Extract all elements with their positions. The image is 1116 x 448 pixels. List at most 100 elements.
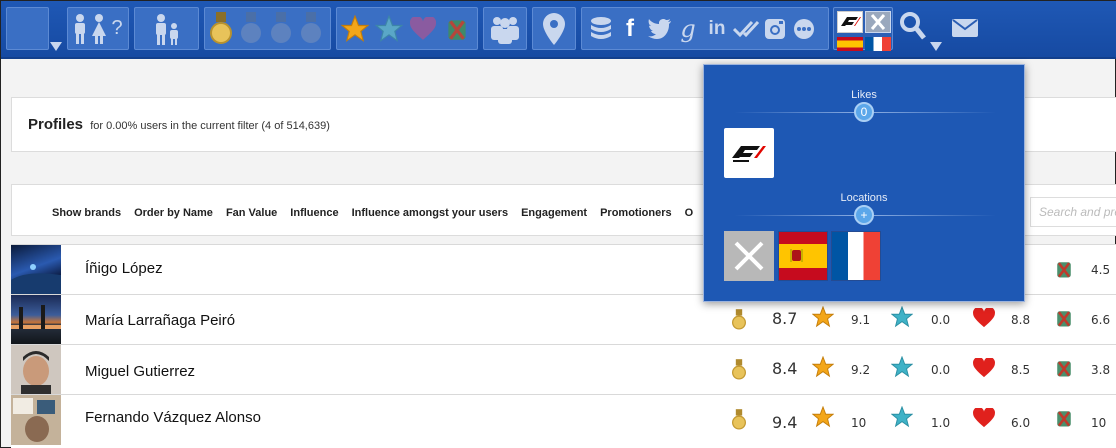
f1-logo-icon[interactable] (837, 11, 863, 33)
medal-value: 9.4 (772, 413, 798, 432)
profiles-subtitle: for 0.00% users in the current filter (4… (90, 120, 330, 132)
france-flag-icon[interactable] (865, 37, 891, 51)
gender-filter-group: ? (67, 7, 129, 50)
ball-value: 4.5 (1091, 263, 1111, 277)
heart-value: 8.8 (1011, 313, 1031, 327)
star-icon (811, 305, 835, 333)
medal-icon[interactable] (299, 11, 323, 47)
locations-add-badge[interactable]: + (854, 205, 874, 225)
brand-filter-popup: Likes 0 Locations + (703, 64, 1025, 302)
instagram-icon[interactable] (761, 11, 789, 47)
avatar (11, 295, 61, 345)
teal-star-icon (890, 405, 914, 433)
profile-name[interactable]: Miguel Gutierrez (85, 363, 195, 380)
search-button[interactable] (899, 11, 929, 41)
star-value: 9.1 (851, 313, 871, 327)
family-icon (147, 11, 187, 47)
profiles-title: Profiles (28, 116, 84, 133)
heart-icon (973, 407, 995, 433)
menu-promotioners[interactable]: Promotioners (600, 207, 672, 219)
profiles-heading: Profiles for 0.00% users in the current … (28, 116, 330, 133)
rating-filter-group (336, 7, 478, 50)
heart-value: 6.0 (1011, 416, 1031, 430)
gold-medal-icon (732, 309, 746, 336)
ball-value: 6.6 (1091, 313, 1111, 327)
linkedin-icon[interactable]: in (703, 11, 731, 47)
star-icon (811, 355, 835, 383)
profile-name[interactable]: Íñigo López (85, 260, 163, 277)
check-icon[interactable] (732, 11, 760, 47)
database-icon[interactable] (587, 11, 615, 47)
menu-order-by-name[interactable]: Order by Name (134, 207, 213, 219)
avatar (11, 395, 61, 445)
heart-icon[interactable] (409, 11, 437, 47)
close-icon (734, 241, 764, 271)
gold-medal-icon[interactable] (209, 11, 233, 47)
mail-button[interactable] (952, 19, 978, 39)
spain-flag-icon (790, 249, 803, 262)
heart-icon (973, 307, 995, 333)
spain-flag-icon[interactable] (837, 37, 863, 51)
star-value: 10 (851, 416, 867, 430)
profile-name[interactable]: María Larrañaga Peiró (85, 312, 235, 329)
profile-name[interactable]: Fernando Vázquez Alonso (85, 409, 261, 426)
teal-value: 0.0 (931, 363, 951, 377)
likes-label: Likes (851, 89, 877, 101)
menu-fan-value[interactable]: Fan Value (226, 207, 277, 219)
f1-logo-icon (732, 146, 766, 162)
menu-engagement[interactable]: Engagement (521, 207, 587, 219)
account-menu-button[interactable] (6, 7, 49, 50)
menu-influence[interactable]: Influence (290, 207, 338, 219)
menu-show-brands[interactable]: Show brands (52, 207, 121, 219)
top-toolbar: ? f g in (1, 1, 1116, 59)
search-icon (900, 12, 926, 40)
ball-value: 3.8 (1091, 363, 1111, 377)
star-outline-icon[interactable] (375, 11, 403, 47)
male-icon[interactable] (71, 11, 88, 47)
brand-filter-group[interactable] (833, 7, 893, 51)
account-dropdown-arrow[interactable] (50, 42, 62, 51)
ball-icon (1053, 258, 1075, 285)
medal-value: 8.7 (772, 309, 798, 328)
ball-icon (1053, 407, 1075, 434)
search-input[interactable]: Search and pre (1030, 197, 1116, 227)
avatar (11, 245, 61, 295)
table-row[interactable]: Fernando Vázquez Alonso 9.4 10 1.0 6.0 1… (11, 394, 1116, 448)
silver-medal-icon[interactable] (239, 11, 263, 47)
clear-location-tile[interactable] (724, 231, 774, 281)
search-dropdown-arrow[interactable] (930, 42, 942, 51)
google-icon[interactable]: g (674, 11, 702, 47)
ball-value: 10 (1091, 416, 1107, 430)
medal-value: 8.4 (772, 359, 798, 378)
twitter-icon[interactable] (645, 11, 673, 47)
f1-logo-tile[interactable] (724, 128, 774, 178)
star-value: 9.2 (851, 363, 871, 377)
close-icon[interactable] (865, 11, 891, 33)
facebook-icon[interactable]: f (616, 11, 644, 47)
family-filter-button[interactable] (134, 7, 199, 50)
ball-icon[interactable] (443, 11, 471, 47)
account-icon (10, 11, 38, 47)
likes-count-badge[interactable]: 0 (854, 102, 874, 122)
group-filter-button[interactable] (483, 7, 527, 50)
menu-more[interactable]: O (685, 207, 694, 219)
table-row[interactable]: Miguel Gutierrez 8.4 9.2 0.0 8.5 3.8 (11, 344, 1116, 395)
gold-medal-icon (732, 409, 746, 436)
spain-flag-tile[interactable] (778, 231, 828, 281)
heart-value: 8.5 (1011, 363, 1031, 377)
star-icon[interactable] (341, 11, 369, 47)
social-network-filter-group: f g in (581, 7, 829, 50)
unknown-gender-icon[interactable]: ? (109, 11, 125, 47)
female-icon[interactable] (90, 11, 107, 47)
mail-icon (952, 19, 978, 37)
location-filter-button[interactable] (532, 7, 576, 50)
bronze-medal-icon[interactable] (269, 11, 293, 47)
teal-star-icon (890, 305, 914, 333)
avatar (11, 345, 61, 395)
teal-value: 1.0 (931, 416, 951, 430)
teal-star-icon (890, 355, 914, 383)
france-flag-tile[interactable] (831, 231, 881, 281)
more-icon[interactable] (790, 11, 818, 47)
heart-icon (973, 357, 995, 383)
menu-influence-amongst-users[interactable]: Influence amongst your users (352, 207, 508, 219)
